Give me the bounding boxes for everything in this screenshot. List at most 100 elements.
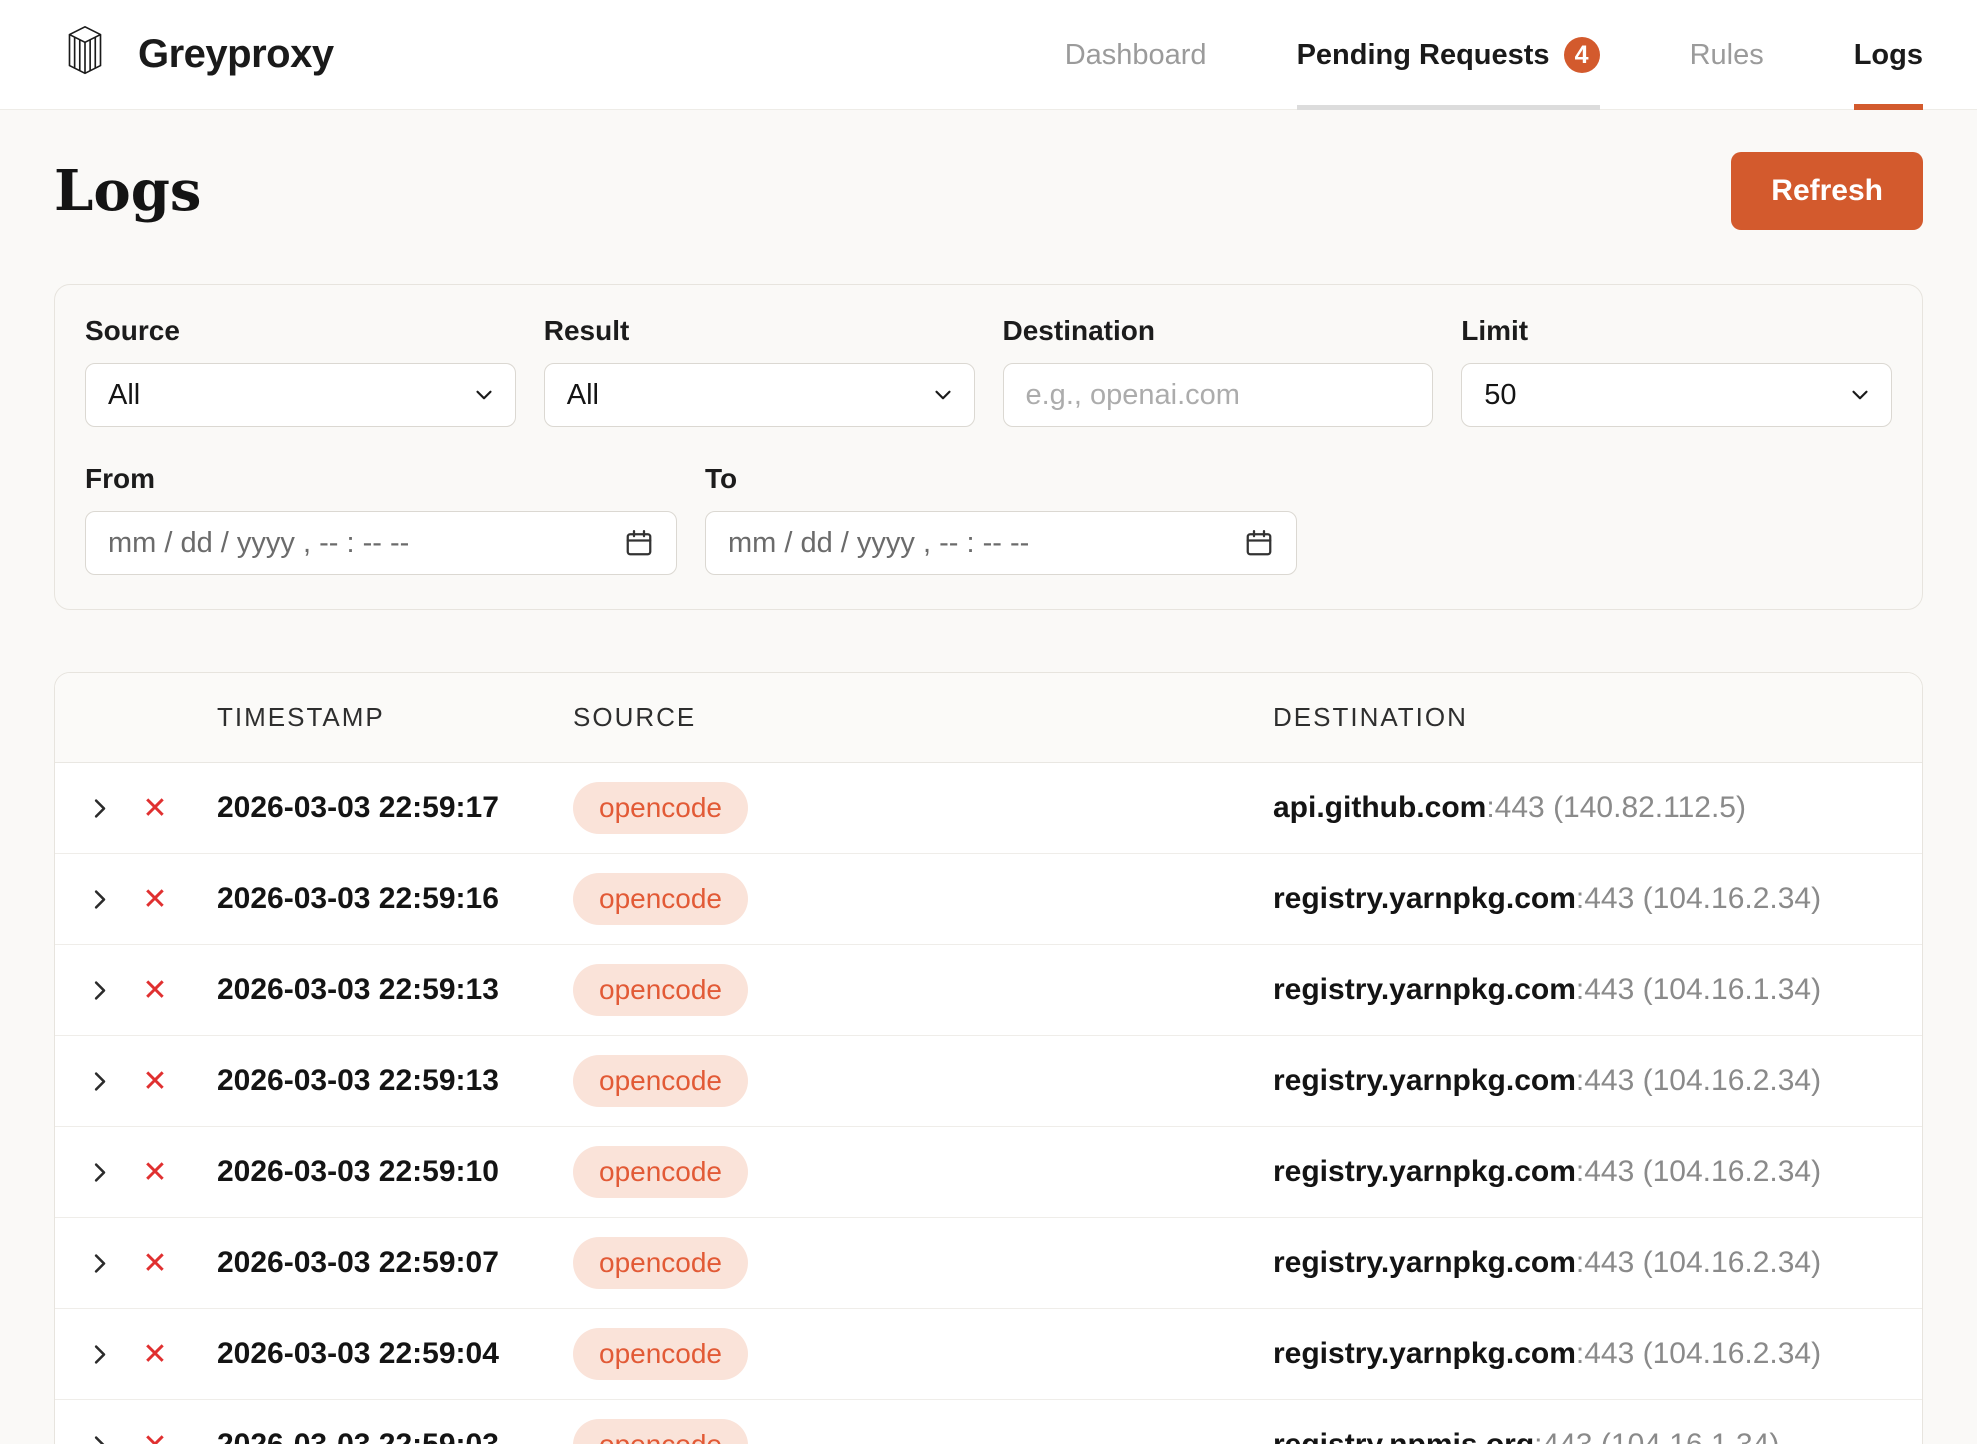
delete-row-button[interactable]: ✕ bbox=[127, 1127, 183, 1217]
delete-row-button[interactable]: ✕ bbox=[127, 854, 183, 944]
from-datetime-value: mm / dd / yyyy , -- : -- -- bbox=[108, 527, 409, 560]
row-timestamp: 2026-03-03 22:59:13 bbox=[183, 973, 573, 1007]
table-row: ✕ 2026-03-03 22:59:03 opencode registry.… bbox=[55, 1400, 1922, 1444]
row-source-cell: opencode bbox=[573, 964, 1273, 1016]
source-badge: opencode bbox=[573, 1237, 748, 1289]
source-select-value: All bbox=[108, 379, 140, 412]
result-filter: Result All bbox=[544, 315, 975, 427]
delete-row-button[interactable]: ✕ bbox=[127, 945, 183, 1035]
chevron-right-icon bbox=[86, 886, 113, 913]
row-destination: registry.npmjs.org:443 (104.16.1.34) bbox=[1273, 1428, 1922, 1444]
destination-host: api.github.com bbox=[1273, 791, 1486, 824]
to-label: To bbox=[705, 463, 1297, 495]
row-timestamp: 2026-03-03 22:59:10 bbox=[183, 1155, 573, 1189]
table-body: ✕ 2026-03-03 22:59:17 opencode api.githu… bbox=[55, 763, 1922, 1444]
nav-item-pending-requests[interactable]: Pending Requests 4 bbox=[1297, 0, 1600, 110]
expand-row-button[interactable] bbox=[71, 854, 127, 944]
brand: Greyproxy bbox=[54, 21, 334, 88]
logs-table-header: TIMESTAMP SOURCE DESTINATION bbox=[55, 673, 1922, 763]
expand-row-button[interactable] bbox=[71, 1218, 127, 1308]
source-filter: Source All bbox=[85, 315, 516, 427]
result-select[interactable]: All bbox=[544, 363, 975, 427]
destination-ip: (104.16.1.34) bbox=[1643, 973, 1821, 1006]
row-source-cell: opencode bbox=[573, 1055, 1273, 1107]
row-destination: registry.yarnpkg.com:443 (104.16.2.34) bbox=[1273, 1064, 1922, 1098]
destination-input[interactable] bbox=[1003, 363, 1434, 427]
nav-item-dashboard[interactable]: Dashboard bbox=[1065, 0, 1207, 110]
row-destination: registry.yarnpkg.com:443 (104.16.1.34) bbox=[1273, 973, 1922, 1007]
nav-label-logs: Logs bbox=[1854, 39, 1923, 72]
delete-x-icon: ✕ bbox=[142, 791, 167, 826]
destination-host: registry.yarnpkg.com bbox=[1273, 1246, 1576, 1279]
expand-row-button[interactable] bbox=[71, 1400, 127, 1444]
delete-row-button[interactable]: ✕ bbox=[127, 1218, 183, 1308]
source-badge: opencode bbox=[573, 1328, 748, 1380]
row-timestamp: 2026-03-03 22:59:03 bbox=[183, 1428, 573, 1444]
chevron-right-icon bbox=[86, 1432, 113, 1444]
destination-filter: Destination bbox=[1003, 315, 1434, 427]
to-filter: To mm / dd / yyyy , -- : -- -- bbox=[705, 463, 1297, 575]
row-source-cell: opencode bbox=[573, 1237, 1273, 1289]
row-timestamp: 2026-03-03 22:59:13 bbox=[183, 1064, 573, 1098]
delete-x-icon: ✕ bbox=[142, 1155, 167, 1190]
expand-row-button[interactable] bbox=[71, 1127, 127, 1217]
pending-count-badge: 4 bbox=[1564, 37, 1600, 73]
nav-item-logs[interactable]: Logs bbox=[1854, 0, 1923, 110]
timestamp-column-header: TIMESTAMP bbox=[183, 702, 573, 733]
delete-row-button[interactable]: ✕ bbox=[127, 1309, 183, 1399]
to-datetime-input[interactable]: mm / dd / yyyy , -- : -- -- bbox=[705, 511, 1297, 575]
page-title: Logs bbox=[54, 158, 201, 224]
chevron-right-icon bbox=[86, 1250, 113, 1277]
destination-host: registry.yarnpkg.com bbox=[1273, 973, 1576, 1006]
row-source-cell: opencode bbox=[573, 1328, 1273, 1380]
destination-port: :443 bbox=[1576, 882, 1634, 915]
table-row: ✕ 2026-03-03 22:59:13 opencode registry.… bbox=[55, 1036, 1922, 1127]
nav-label-rules: Rules bbox=[1690, 39, 1764, 72]
destination-column-header: DESTINATION bbox=[1273, 702, 1922, 733]
calendar-icon[interactable] bbox=[1244, 528, 1274, 558]
chevron-right-icon bbox=[86, 1341, 113, 1368]
row-source-cell: opencode bbox=[573, 1146, 1273, 1198]
nav-item-rules[interactable]: Rules bbox=[1690, 0, 1764, 110]
table-row: ✕ 2026-03-03 22:59:04 opencode registry.… bbox=[55, 1309, 1922, 1400]
destination-port: :443 bbox=[1576, 1246, 1634, 1279]
delete-row-button[interactable]: ✕ bbox=[127, 1400, 183, 1444]
delete-row-button[interactable]: ✕ bbox=[127, 763, 183, 853]
table-row: ✕ 2026-03-03 22:59:13 opencode registry.… bbox=[55, 945, 1922, 1036]
destination-port: :443 bbox=[1576, 973, 1634, 1006]
limit-select[interactable]: 50 bbox=[1461, 363, 1892, 427]
destination-ip: (140.82.112.5) bbox=[1553, 791, 1746, 824]
source-badge: opencode bbox=[573, 1146, 748, 1198]
expand-row-button[interactable] bbox=[71, 1309, 127, 1399]
row-timestamp: 2026-03-03 22:59:07 bbox=[183, 1246, 573, 1280]
row-timestamp: 2026-03-03 22:59:04 bbox=[183, 1337, 573, 1371]
chevron-right-icon bbox=[86, 1068, 113, 1095]
row-destination: registry.yarnpkg.com:443 (104.16.2.34) bbox=[1273, 1155, 1922, 1189]
delete-x-icon: ✕ bbox=[142, 1064, 167, 1099]
chevron-right-icon bbox=[86, 977, 113, 1004]
delete-x-icon: ✕ bbox=[142, 1337, 167, 1372]
logs-table: TIMESTAMP SOURCE DESTINATION ✕ 2026-03-0… bbox=[54, 672, 1923, 1444]
expand-row-button[interactable] bbox=[71, 945, 127, 1035]
destination-ip: (104.16.2.34) bbox=[1643, 882, 1821, 915]
row-destination: api.github.com:443 (140.82.112.5) bbox=[1273, 791, 1922, 825]
table-row: ✕ 2026-03-03 22:59:17 opencode api.githu… bbox=[55, 763, 1922, 854]
row-destination: registry.yarnpkg.com:443 (104.16.2.34) bbox=[1273, 882, 1922, 916]
calendar-icon[interactable] bbox=[624, 528, 654, 558]
refresh-button[interactable]: Refresh bbox=[1731, 152, 1923, 230]
table-row: ✕ 2026-03-03 22:59:07 opencode registry.… bbox=[55, 1218, 1922, 1309]
from-filter: From mm / dd / yyyy , -- : -- -- bbox=[85, 463, 677, 575]
active-tab-underline bbox=[1854, 104, 1923, 110]
from-datetime-input[interactable]: mm / dd / yyyy , -- : -- -- bbox=[85, 511, 677, 575]
limit-select-value: 50 bbox=[1484, 379, 1516, 412]
source-select[interactable]: All bbox=[85, 363, 516, 427]
chevron-right-icon bbox=[86, 795, 113, 822]
expand-row-button[interactable] bbox=[71, 1036, 127, 1126]
expand-row-button[interactable] bbox=[71, 763, 127, 853]
delete-row-button[interactable]: ✕ bbox=[127, 1036, 183, 1126]
brand-name: Greyproxy bbox=[138, 32, 334, 77]
source-badge: opencode bbox=[573, 964, 748, 1016]
limit-filter: Limit 50 bbox=[1461, 315, 1892, 427]
row-destination: registry.yarnpkg.com:443 (104.16.2.34) bbox=[1273, 1337, 1922, 1371]
destination-port: :443 bbox=[1486, 791, 1544, 824]
